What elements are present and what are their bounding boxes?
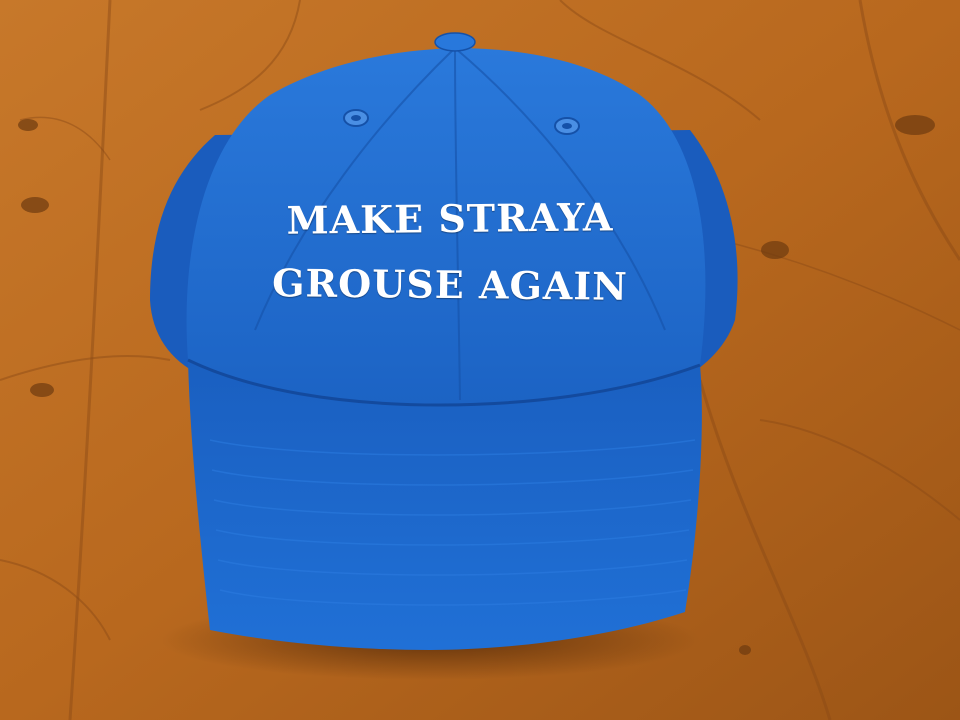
cap-embroidery-line-2: GROUSE AGAIN: [271, 260, 629, 309]
photo-scene: MAKE STRAYA GROUSE AGAIN: [0, 0, 960, 720]
scene-illustration: [0, 0, 960, 720]
cap-top-button: [434, 32, 476, 52]
cap-embroidery-line-1: MAKE STRAYA: [286, 194, 614, 243]
